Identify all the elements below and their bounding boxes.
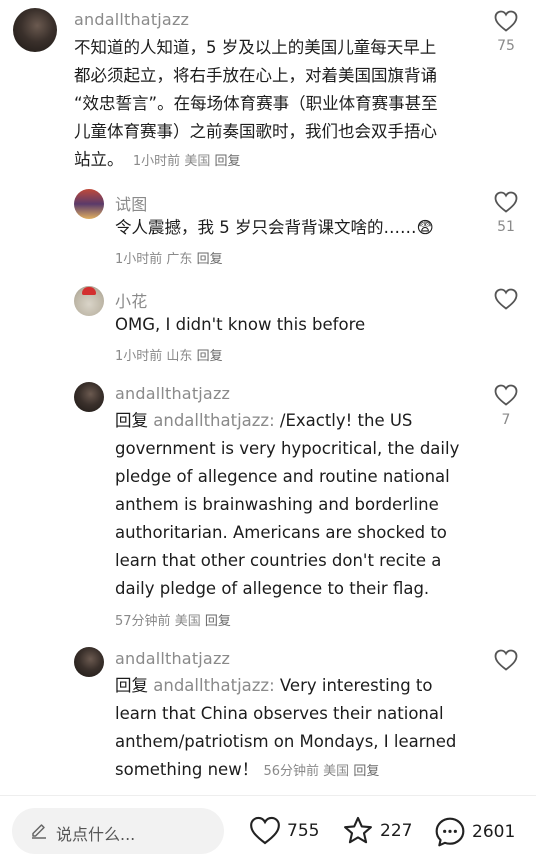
reply-link[interactable]: 回复: [205, 614, 231, 629]
comment-meta: 56分钟前 美国 回复: [263, 764, 380, 779]
favorite-stat[interactable]: 227: [342, 816, 412, 846]
comment-meta: 1小时前 山东 回复: [115, 349, 223, 364]
comment-text: 回复 andallthatjazz: Very interesting to l…: [115, 676, 457, 779]
avatar[interactable]: [74, 286, 104, 316]
comment-username[interactable]: 小花: [115, 288, 147, 312]
comment-username[interactable]: andallthatjazz: [115, 384, 230, 403]
reply-link[interactable]: 回复: [353, 764, 379, 779]
pencil-icon: [32, 824, 46, 839]
heart-icon: [494, 288, 518, 310]
comment-text: 令人震撼，我 5 岁只会背背课文啥的……😨: [115, 218, 434, 237]
reply-link[interactable]: 回复: [214, 154, 240, 169]
comment-username[interactable]: andallthatjazz: [115, 649, 230, 668]
avatar[interactable]: [74, 647, 104, 677]
comment-stat[interactable]: 2601: [434, 816, 515, 848]
heart-icon: [250, 816, 280, 845]
comment-meta: 57分钟前 美国 回复: [115, 614, 231, 629]
comment-text: 不知道的人知道，5 岁及以上的美国儿童每天早上 都必须起立，将右手放在心上，对着…: [74, 38, 438, 169]
comment-username[interactable]: 试图: [115, 191, 147, 215]
comment-text: OMG, I didn't know this before: [115, 315, 366, 334]
comment-meta: 1小时前 广东 回复: [115, 252, 223, 267]
like-count: 51: [497, 219, 515, 235]
favorite-total: 227: [380, 821, 413, 841]
reply-link[interactable]: 回复: [197, 349, 223, 364]
like-count: 75: [497, 38, 515, 54]
reply-to-username[interactable]: andallthatjazz:: [153, 411, 274, 430]
comment-meta: 1小时前 美国 回复: [132, 154, 241, 169]
comment-text: 回复 andallthatjazz: /Exactly! the US gove…: [115, 411, 460, 598]
comment-input-placeholder: 说点什么...: [56, 825, 136, 844]
heart-icon: [494, 649, 518, 671]
like-button[interactable]: 7: [489, 384, 523, 428]
heart-icon: [494, 384, 518, 406]
comment-username[interactable]: andallthatjazz: [74, 10, 189, 29]
like-button[interactable]: 51: [489, 191, 523, 235]
like-button[interactable]: [489, 288, 523, 314]
reply-link[interactable]: 回复: [197, 252, 223, 267]
like-button[interactable]: 75: [489, 10, 523, 54]
avatar[interactable]: [74, 189, 104, 219]
comment-input[interactable]: 说点什么...: [12, 808, 224, 854]
comment-icon: [435, 817, 465, 847]
like-total: 755: [287, 820, 320, 841]
bottom-bar: 说点什么... 755 227 2601: [0, 795, 536, 861]
like-stat[interactable]: 755: [249, 816, 319, 845]
heart-icon: [494, 191, 518, 213]
avatar[interactable]: [13, 8, 57, 52]
reply-to-username[interactable]: andallthatjazz:: [153, 676, 274, 695]
star-icon: [344, 816, 372, 844]
heart-icon: [494, 10, 518, 32]
like-count: 7: [501, 412, 511, 428]
like-button[interactable]: [489, 649, 523, 675]
comment-total: 2601: [472, 822, 516, 842]
avatar[interactable]: [74, 382, 104, 412]
